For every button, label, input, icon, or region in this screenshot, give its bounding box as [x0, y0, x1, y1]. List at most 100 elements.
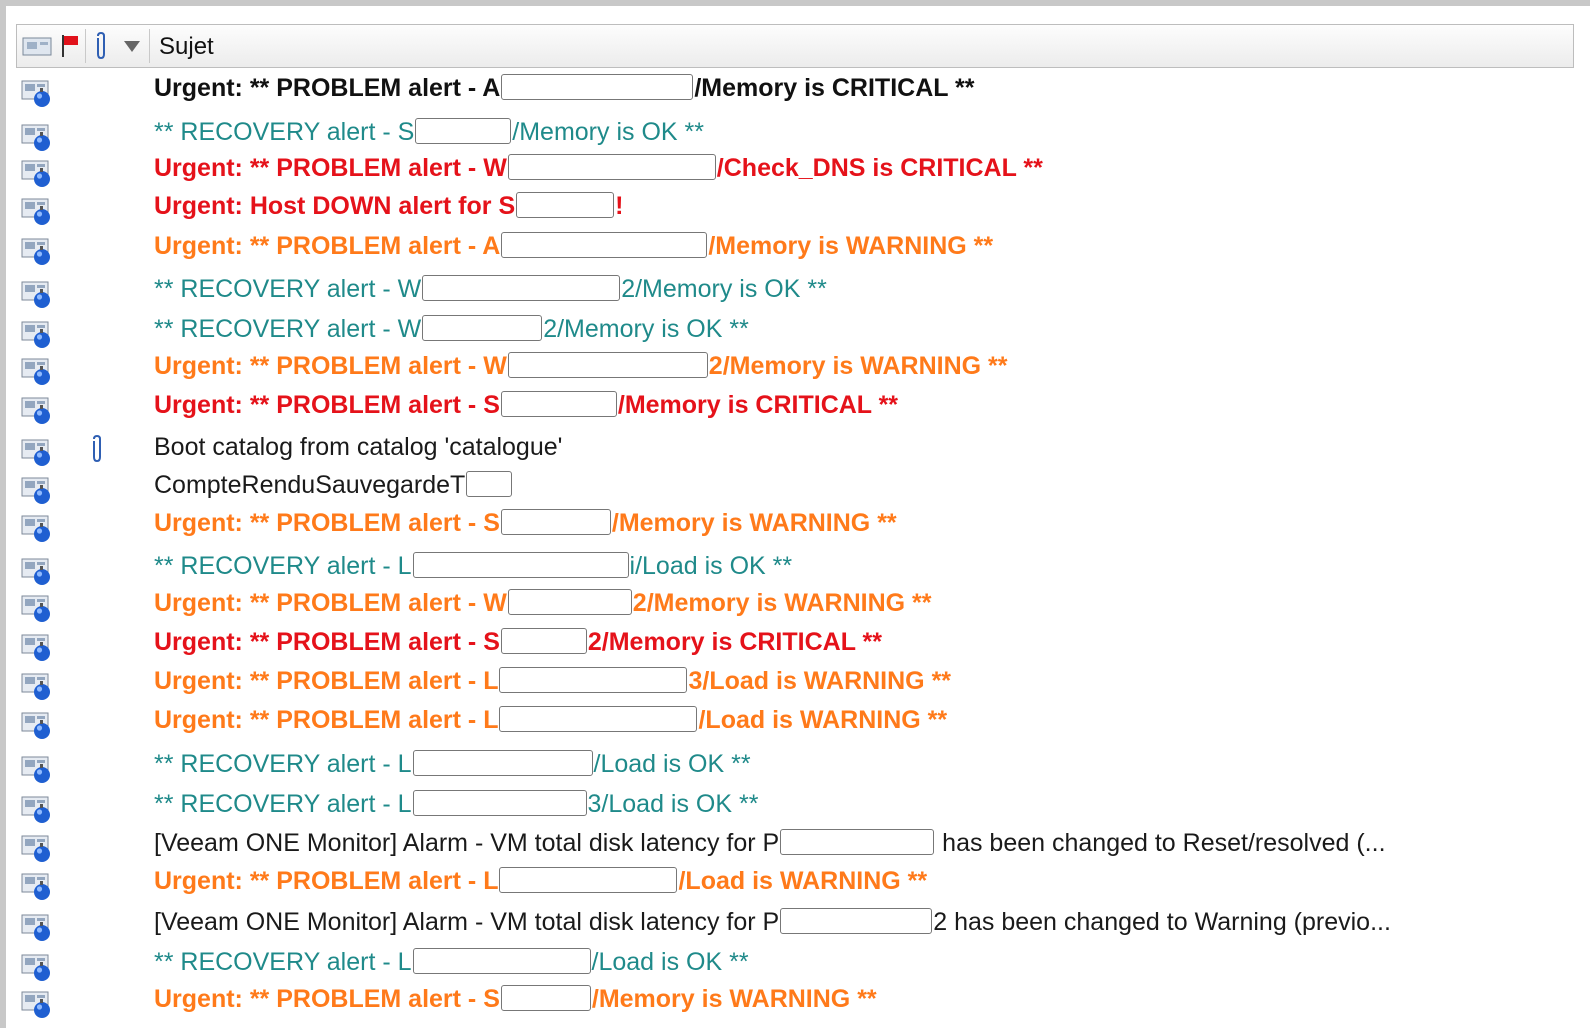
message-row[interactable]: Urgent: ** PROBLEM alert - L/Load is WAR…	[16, 702, 1574, 739]
subject-text: has been changed to Reset/resolved (...	[935, 829, 1386, 857]
status-column-header[interactable]	[19, 25, 57, 67]
redacted-hostname	[500, 391, 617, 418]
envelope-status-icon	[20, 396, 54, 426]
envelope-status-icon	[20, 123, 54, 153]
message-row[interactable]: Urgent: ** PROBLEM alert - S/Memory is C…	[16, 387, 1574, 426]
message-row[interactable]: ** RECOVERY alert - L 3/Load is OK **	[16, 786, 1574, 823]
message-row[interactable]: ** RECOVERY alert - W 2/Memory is OK **	[16, 311, 1574, 350]
subject-text: /Load is WARNING **	[678, 867, 928, 895]
redacted-hostname	[507, 589, 632, 616]
envelope-status-icon	[21, 358, 50, 385]
message-list: Urgent: ** PROBLEM alert - A/Memory is C…	[16, 68, 1574, 1034]
message-row[interactable]: [Veeam ONE Monitor] Alarm - VM total dis…	[16, 825, 1574, 864]
message-row[interactable]: Urgent: ** PROBLEM alert - L/Load is WAR…	[16, 863, 1574, 900]
subject-text: Urgent: ** PROBLEM alert - L	[154, 867, 499, 895]
envelope-status-icon	[21, 477, 50, 504]
envelope-status-icon	[20, 514, 54, 544]
redacted-hostname	[412, 552, 629, 579]
message-subject: Urgent: ** PROBLEM alert - A/Memory is C…	[154, 70, 974, 106]
subject-text: /Check_DNS is CRITICAL **	[716, 154, 1043, 182]
message-subject: Boot catalog from catalog 'catalogue'	[154, 429, 562, 465]
envelope-status-icon	[21, 914, 50, 941]
redacted-hostname	[499, 867, 678, 894]
flag-column-header[interactable]	[57, 25, 83, 67]
envelope-status-icon	[20, 438, 54, 468]
attachment-column-header[interactable]	[87, 25, 115, 67]
envelope-status-icon	[20, 913, 54, 943]
message-subject: Urgent: ** PROBLEM alert - S/Memory is W…	[154, 505, 897, 541]
subject-text: 2/Memory is OK **	[621, 275, 827, 303]
message-row[interactable]: Urgent: ** PROBLEM alert - W 2/Memory is …	[16, 585, 1574, 622]
subject-text: /Memory is CRITICAL **	[694, 74, 975, 102]
message-subject: Urgent: ** PROBLEM alert - L/Load is WAR…	[154, 702, 947, 738]
message-subject: ** RECOVERY alert - W 2/Memory is OK **	[154, 271, 827, 307]
subject-text: /Memory is WARNING **	[611, 509, 897, 537]
envelope-status-icon	[21, 281, 50, 308]
subject-text: Urgent: ** PROBLEM alert - W	[154, 154, 507, 182]
redacted-hostname	[500, 628, 587, 655]
envelope-status-icon	[21, 673, 50, 700]
message-subject: Urgent: ** PROBLEM alert - W 2/Memory is …	[154, 585, 931, 621]
redacted-hostname	[412, 790, 587, 817]
envelope-status-icon	[21, 991, 50, 1018]
message-row[interactable]: [Veeam ONE Monitor] Alarm - VM total dis…	[16, 904, 1574, 943]
message-subject: Urgent: Host DOWN alert for S!	[154, 188, 623, 224]
subject-text: ** RECOVERY alert - W	[154, 275, 422, 303]
subject-text: 2/Memory is OK **	[543, 315, 749, 343]
subject-text: Urgent: ** PROBLEM alert - S	[154, 985, 500, 1013]
redacted-hostname	[412, 948, 591, 975]
message-row[interactable]: ** RECOVERY alert - L/Load is OK **	[16, 944, 1574, 981]
subject-text: 2/Memory is CRITICAL **	[587, 628, 882, 656]
envelope-status-icon	[21, 712, 50, 739]
sort-column-header[interactable]	[117, 25, 147, 67]
subject-text: 3/Load is OK **	[587, 790, 759, 818]
message-row[interactable]: Urgent: ** PROBLEM alert - W/Check_DNS i…	[16, 150, 1574, 187]
subject-text: [Veeam ONE Monitor] Alarm - VM total dis…	[154, 908, 780, 936]
envelope-status-icon	[20, 79, 54, 109]
message-row[interactable]: CompteRenduSauvegardeT	[16, 467, 1574, 506]
envelope-status-icon	[20, 197, 54, 227]
message-row[interactable]: Boot catalog from catalog 'catalogue'	[16, 429, 1574, 468]
message-row[interactable]: ** RECOVERY alert - S/Memory is OK **	[16, 114, 1574, 153]
subject-text: Urgent: ** PROBLEM alert - W	[154, 589, 507, 617]
message-row[interactable]: Urgent: ** PROBLEM alert - S 2/Memory is …	[16, 624, 1574, 661]
redacted-hostname	[507, 352, 708, 379]
envelope-status-icon	[21, 238, 50, 265]
envelope-status-icon	[20, 557, 54, 587]
subject-column-header[interactable]: Sujet	[159, 25, 214, 67]
envelope-status-icon	[20, 834, 54, 864]
redacted-hostname	[507, 154, 716, 181]
redacted-hostname	[466, 471, 513, 498]
subject-text: /Load is WARNING **	[698, 706, 948, 734]
envelope-status-icon	[20, 476, 54, 506]
message-subject: [Veeam ONE Monitor] Alarm - VM total dis…	[154, 904, 1391, 940]
subject-text: /Load is OK **	[593, 750, 751, 778]
subject-text: Urgent: ** PROBLEM alert - A	[154, 74, 501, 102]
message-row[interactable]: Urgent: ** PROBLEM alert - W 2/Memory is …	[16, 348, 1574, 385]
redacted-hostname	[422, 315, 543, 342]
envelope-status-icon	[20, 320, 54, 350]
subject-text: [Veeam ONE Monitor] Alarm - VM total dis…	[154, 829, 780, 857]
message-subject: CompteRenduSauvegardeT	[154, 467, 513, 503]
message-row[interactable]: Urgent: ** PROBLEM alert - A/Memory is W…	[16, 228, 1574, 265]
message-row[interactable]: Urgent: ** PROBLEM alert - S/Memory is W…	[16, 505, 1574, 544]
envelope-status-icon	[21, 198, 50, 225]
redacted-hostname	[412, 750, 593, 777]
sort-descending-icon	[124, 41, 140, 52]
message-subject: ** RECOVERY alert - L/Load is OK **	[154, 944, 749, 980]
message-row[interactable]: Urgent: Host DOWN alert for S!	[16, 188, 1574, 227]
redacted-hostname	[500, 985, 591, 1012]
subject-text: /Load is OK **	[591, 948, 749, 976]
message-row[interactable]: ** RECOVERY alert - L/Load is OK **	[16, 746, 1574, 783]
message-row[interactable]: Urgent: ** PROBLEM alert - L 3/Load is WA…	[16, 663, 1574, 700]
message-row[interactable]: ** RECOVERY alert - L i/Load is OK **	[16, 548, 1574, 587]
message-row[interactable]: Urgent: ** PROBLEM alert - A/Memory is C…	[16, 70, 1574, 109]
message-subject: Urgent: ** PROBLEM alert - L/Load is WAR…	[154, 863, 927, 899]
subject-text: Urgent: ** PROBLEM alert - A	[154, 232, 501, 260]
message-subject: ** RECOVERY alert - S/Memory is OK **	[154, 114, 704, 150]
flag-icon	[62, 35, 78, 57]
message-row[interactable]: Urgent: ** PROBLEM alert - S/Memory is W…	[16, 981, 1574, 1018]
redacted-hostname	[780, 908, 933, 935]
message-subject: ** RECOVERY alert - W 2/Memory is OK **	[154, 311, 749, 347]
message-row[interactable]: ** RECOVERY alert - W 2/Memory is OK **	[16, 271, 1574, 308]
